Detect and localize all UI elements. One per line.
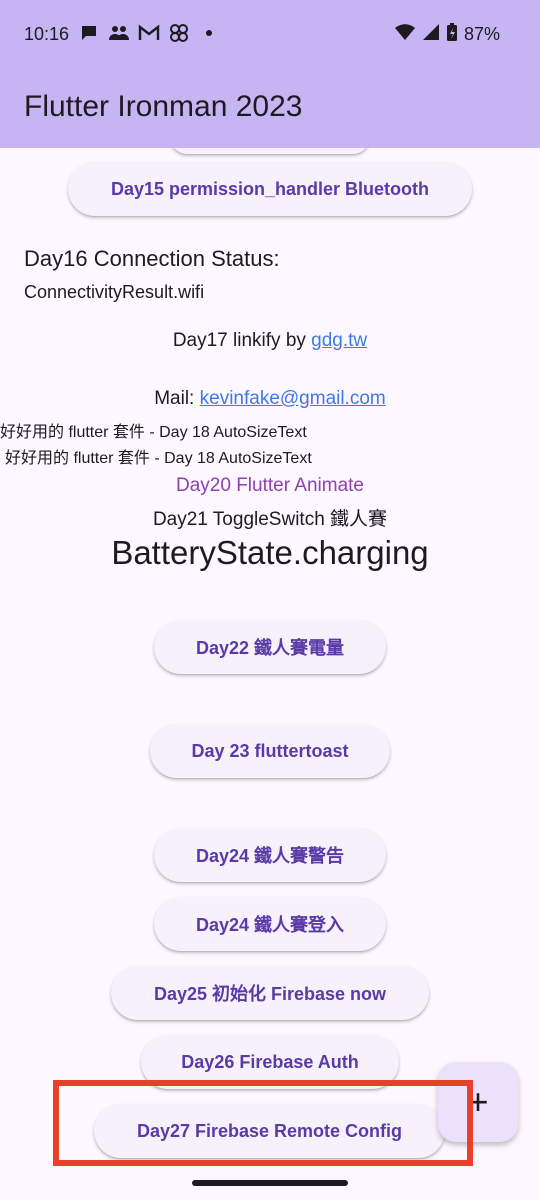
day23-fluttertoast-button[interactable]: Day 23 fluttertoast xyxy=(150,724,390,778)
day16-connection-title: Day16 Connection Status: xyxy=(24,246,280,271)
status-time: 10:16 xyxy=(24,24,70,44)
gesture-handle[interactable] xyxy=(192,1180,348,1186)
battery-percent: 87% xyxy=(463,24,500,44)
pinwheel-icon xyxy=(168,22,190,44)
previous-button-partial[interactable] xyxy=(170,148,370,154)
autosize-text-line1: 好好用的 flutter 套件 - Day 18 AutoSizeText xyxy=(0,424,307,441)
signal-icon xyxy=(422,23,440,46)
day21-toggleswitch-text: Day21 ToggleSwitch 鐵人賽 xyxy=(152,509,388,530)
day25-firebase-init-button[interactable]: Day25 初始化 Firebase now xyxy=(111,966,429,1020)
mail-linkify-text: Mail: kevinfake@gmail.com xyxy=(0,388,540,410)
people-icon xyxy=(108,22,130,44)
chat-icon xyxy=(78,22,100,44)
day17-linkify-text: Day17 linkify by gdg.tw xyxy=(0,330,540,352)
day24-alert-button[interactable]: Day24 鐵人賽警告 xyxy=(154,828,386,882)
dot-icon xyxy=(198,22,220,44)
day17-prefix: Day17 linkify by xyxy=(172,330,312,351)
main-content: Day15 permission_handler Bluetooth Day16… xyxy=(0,148,540,1168)
day16-connection-value: ConnectivityResult.wifi xyxy=(24,282,205,302)
battery-icon xyxy=(446,22,458,47)
day15-bluetooth-button[interactable]: Day15 permission_handler Bluetooth xyxy=(68,162,472,216)
annotation-highlight-box xyxy=(53,1080,473,1166)
mail-prefix: Mail: xyxy=(154,388,200,409)
day22-battery-button[interactable]: Day22 鐵人賽電量 xyxy=(154,620,386,674)
day24-login-button[interactable]: Day24 鐵人賽登入 xyxy=(154,897,386,951)
gmail-icon xyxy=(138,22,160,44)
status-bar: 10:16 87% xyxy=(0,0,540,68)
gdg-link[interactable]: gdg.tw xyxy=(311,330,367,351)
battery-state-text: BatteryState.charging xyxy=(111,534,429,571)
day20-animate-text: Day20 Flutter Animate xyxy=(176,475,364,496)
mail-link[interactable]: kevinfake@gmail.com xyxy=(200,388,386,409)
autosize-text-line2: 好好用的 flutter 套件 - Day 18 AutoSizeText xyxy=(5,450,312,467)
page-title: Flutter Ironman 2023 xyxy=(24,90,303,123)
wifi-icon xyxy=(394,23,416,46)
